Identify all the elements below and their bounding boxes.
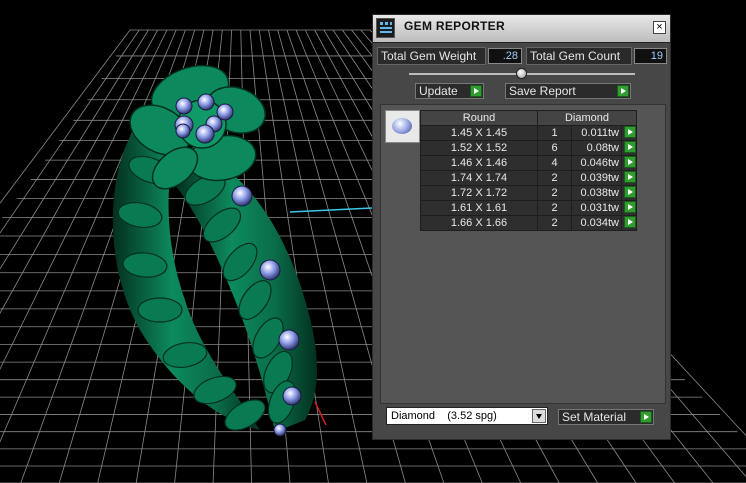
row-go-icon[interactable] [624, 171, 636, 183]
row-go-cell [621, 200, 637, 216]
row-go-icon[interactable] [624, 156, 636, 168]
row-go-icon[interactable] [624, 201, 636, 213]
gem-size-cell: 1.74 X 1.74 [420, 170, 538, 186]
gem-stone [195, 124, 215, 144]
gem-list-area: Round Diamond 1.45 X 1.45 1 0.011tw 1.52 X … [380, 104, 666, 404]
row-go-cell [621, 125, 637, 141]
gem-stone [273, 423, 287, 437]
table-row[interactable]: 1.61 X 1.61 2 0.031tw [420, 200, 637, 216]
table-row[interactable]: 1.72 X 1.72 2 0.038tw [420, 185, 637, 201]
row-go-cell [621, 215, 637, 231]
gem-weight-cell: 0.031tw [571, 200, 622, 216]
gem-quantity-cell: 4 [537, 155, 572, 171]
material-select-value: Diamond (3.52 spg) [391, 410, 497, 422]
gem-quantity-cell: 2 [537, 185, 572, 201]
gem-quantity-cell: 2 [537, 200, 572, 216]
window-title: GEM REPORTER [404, 19, 505, 33]
gem-stone [231, 185, 253, 207]
gem-size-cell: 1.46 X 1.46 [420, 155, 538, 171]
update-button-label: Update [419, 84, 458, 98]
gem-quantity-cell: 2 [537, 170, 572, 186]
total-gem-count-label: Total Gem Count [526, 47, 632, 65]
gem-weight-cell: 0.038tw [571, 185, 622, 201]
save-report-button[interactable]: Save Report [505, 83, 631, 99]
chevron-down-icon[interactable] [532, 409, 546, 423]
gem-stone [259, 259, 281, 281]
set-material-button-label: Set Material [562, 410, 627, 424]
gem-stone [175, 123, 191, 139]
gem-stone [278, 329, 300, 351]
material-select[interactable]: Diamond (3.52 spg) [386, 407, 548, 425]
table-row[interactable]: 1.74 X 1.74 2 0.039tw [420, 170, 637, 186]
row-go-cell [621, 140, 637, 156]
gem-weight-cell: 0.08tw [571, 140, 622, 156]
table-row[interactable]: 1.52 X 1.52 6 0.08tw [420, 140, 637, 156]
axis-line-y [314, 401, 327, 426]
total-gem-count-value: 19 [634, 48, 667, 64]
row-go-icon[interactable] [624, 186, 636, 198]
total-gem-weight-label: Total Gem Weight [377, 47, 486, 65]
gem-quantity-cell: 1 [537, 125, 572, 141]
set-material-go-icon[interactable] [640, 411, 652, 423]
gem-size-cell: 1.61 X 1.61 [420, 200, 538, 216]
table-row[interactable]: 1.66 X 1.66 2 0.034tw [420, 215, 637, 231]
update-go-icon[interactable] [470, 85, 482, 97]
row-go-cell [621, 185, 637, 201]
gem-size-cell: 1.66 X 1.66 [420, 215, 538, 231]
slider-thumb[interactable] [516, 68, 527, 79]
leaf-segment [137, 297, 183, 323]
gem-stone [282, 386, 302, 406]
gem-table: Round Diamond 1.45 X 1.45 1 0.011tw 1.52 X … [420, 110, 637, 231]
gem-size-cell: 1.52 X 1.52 [420, 140, 538, 156]
gem-preview-icon [385, 110, 420, 143]
gem-stone [175, 97, 193, 115]
gem-size-cell: 1.72 X 1.72 [420, 185, 538, 201]
save-report-go-icon[interactable] [617, 85, 629, 97]
row-go-cell [621, 170, 637, 186]
total-gem-weight-value: .28 [488, 48, 522, 64]
table-row[interactable]: 1.46 X 1.46 4 0.046tw [420, 155, 637, 171]
set-material-button[interactable]: Set Material [558, 409, 654, 425]
update-button[interactable]: Update [415, 83, 484, 99]
row-go-icon[interactable] [624, 141, 636, 153]
save-report-button-label: Save Report [509, 84, 576, 98]
gem-quantity-cell: 2 [537, 215, 572, 231]
gem-quantity-cell: 6 [537, 140, 572, 156]
table-row[interactable]: 1.45 X 1.45 1 0.011tw [420, 125, 637, 141]
gem-stone [197, 93, 215, 111]
title-bar[interactable]: GEM REPORTER × [373, 15, 670, 43]
row-go-icon[interactable] [624, 126, 636, 138]
row-go-icon[interactable] [624, 216, 636, 228]
gem-size-cell: 1.45 X 1.45 [420, 125, 538, 141]
gem-weight-cell: 0.039tw [571, 170, 622, 186]
gem-reporter-window: GEM REPORTER × Total Gem Weight .28 Tota… [372, 14, 671, 440]
close-button[interactable]: × [653, 21, 666, 34]
axis-line-x [289, 207, 373, 213]
gem-weight-cell: 0.011tw [571, 125, 622, 141]
gem-weight-cell: 0.034tw [571, 215, 622, 231]
header-material: Diamond [537, 110, 637, 126]
row-go-cell [621, 155, 637, 171]
header-shape: Round [420, 110, 538, 126]
gem-weight-cell: 0.046tw [571, 155, 622, 171]
gem-reporter-app-icon [376, 18, 395, 38]
